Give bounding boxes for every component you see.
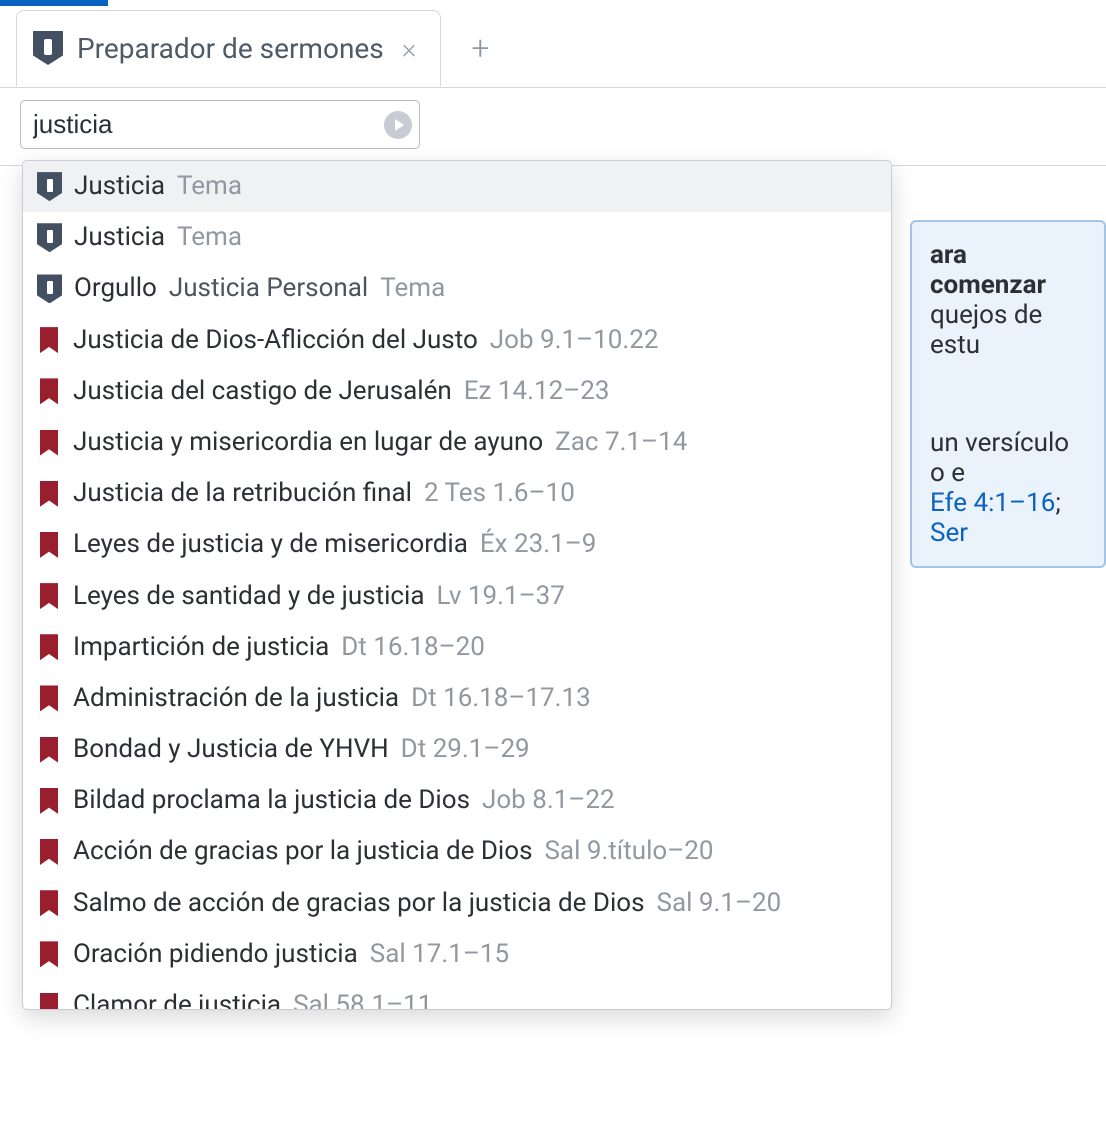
result-title: Bildad proclama la justicia de Dios <box>73 785 470 816</box>
result-subtitle: Sal 58.1–11 <box>293 990 432 1009</box>
bookmark-icon <box>40 532 58 558</box>
result-title: Justicia del castigo de Jerusalén <box>73 376 452 407</box>
result-title: Bondad y Justicia de YHVH <box>73 734 389 765</box>
bookmark-icon <box>40 327 58 353</box>
hint-panel: ara comenzar quejos de estu un versículo… <box>910 220 1106 568</box>
result-subtitle: Tema <box>380 273 445 304</box>
result-title: Leyes de justicia y de misericordia <box>73 529 468 560</box>
bookmark-icon <box>40 378 58 404</box>
result-title: Administración de la justicia <box>73 683 399 714</box>
bookmark-icon <box>40 583 58 609</box>
result-subtitle: Job 8.1–22 <box>482 785 615 816</box>
hint-text-1: quejos de estu <box>930 300 1086 360</box>
result-title: Justicia de la retribución final <box>73 478 412 509</box>
result-title: Justicia <box>74 222 165 253</box>
result-row[interactable]: Salmo de acción de gracias por la justic… <box>23 878 891 929</box>
result-row[interactable]: Leyes de santidad y de justicia Lv 19.1–3… <box>23 571 891 622</box>
result-row[interactable]: Bondad y Justicia de YHVH Dt 29.1–29 <box>23 724 891 775</box>
bookmark-icon <box>40 685 58 711</box>
result-title: Oración pidiendo justicia <box>73 939 358 970</box>
result-subtitle: Ez 14.12–23 <box>464 376 610 407</box>
result-row[interactable]: Administración de la justicia Dt 16.18–17… <box>23 673 891 724</box>
result-row[interactable]: Justicia y misericordia en lugar de ayun… <box>23 417 891 468</box>
result-extra: Justicia Personal <box>169 273 368 304</box>
tab-title: Preparador de sermones <box>77 32 384 65</box>
result-subtitle: Zac 7.1–14 <box>555 427 687 458</box>
bookmark-icon <box>40 430 58 456</box>
add-tab-button[interactable]: + <box>471 29 489 67</box>
result-subtitle: Tema <box>177 171 242 202</box>
shield-icon <box>37 274 62 303</box>
toolbar <box>0 88 1106 166</box>
bookmark-icon <box>40 941 58 967</box>
tab-bar: Preparador de sermones × + <box>0 0 1106 88</box>
result-row[interactable]: Oración pidiendo justicia Sal 17.1–15 <box>23 929 891 980</box>
shield-icon <box>33 31 63 65</box>
active-indicator <box>0 0 108 6</box>
dropdown-scroll[interactable]: Justicia Tema Justicia Tema Orgullo Justicia … <box>23 161 891 1009</box>
bookmark-icon <box>40 481 58 507</box>
result-subtitle: Dt 29.1–29 <box>401 734 530 765</box>
shield-icon <box>37 223 62 252</box>
bookmark-icon <box>40 788 58 814</box>
result-title: Justicia y misericordia en lugar de ayun… <box>73 427 543 458</box>
bookmark-icon <box>40 634 58 660</box>
result-row[interactable]: Justicia de la retribución final 2 Tes 1.… <box>23 468 891 519</box>
result-subtitle: Sal 9.título–20 <box>544 836 713 867</box>
result-title: Clamor de justicia <box>73 990 281 1009</box>
result-title: Justicia de Dios-Aflicción del Justo <box>73 325 478 356</box>
result-row[interactable]: Bildad proclama la justicia de Dios Job 8… <box>23 775 891 826</box>
bookmark-icon <box>40 890 58 916</box>
bookmark-icon <box>40 839 58 865</box>
result-title: Acción de gracias por la justicia de Dio… <box>73 836 532 867</box>
bookmark-icon <box>40 993 58 1009</box>
result-subtitle: Tema <box>177 222 242 253</box>
result-title: Orgullo <box>74 273 157 304</box>
search-dropdown: Justicia Tema Justicia Tema Orgullo Justicia … <box>22 160 892 1010</box>
hint-heading: ara comenzar <box>930 240 1086 300</box>
result-row[interactable]: Orgullo Justicia Personal Tema <box>23 263 891 314</box>
search-wrap <box>20 100 420 149</box>
result-title: Leyes de santidad y de justicia <box>73 581 425 612</box>
close-icon[interactable]: × <box>398 32 421 65</box>
result-title: Salmo de acción de gracias por la justic… <box>73 888 645 919</box>
result-subtitle: Sal 17.1–15 <box>370 939 509 970</box>
result-subtitle: Éx 23.1–9 <box>480 529 597 560</box>
tab-sermon-preparer[interactable]: Preparador de sermones × <box>16 10 441 86</box>
result-subtitle: Dt 16.18–20 <box>341 632 485 663</box>
result-subtitle: Dt 16.18–17.13 <box>411 683 591 714</box>
result-row[interactable]: Justicia Tema <box>23 212 891 263</box>
bookmark-icon <box>40 737 58 763</box>
result-row[interactable]: Justicia de Dios-Aflicción del Justo Job … <box>23 315 891 366</box>
hint-link-2[interactable]: Ser <box>930 518 968 548</box>
hint-links: Efe 4:1–16; Ser <box>930 488 1086 548</box>
result-row[interactable]: Justicia Tema <box>23 161 891 212</box>
hint-link-1[interactable]: Efe 4:1–16 <box>930 488 1055 518</box>
go-arrow-icon[interactable] <box>384 111 412 139</box>
result-row[interactable]: Acción de gracias por la justicia de Dio… <box>23 826 891 877</box>
result-title: Justicia <box>74 171 165 202</box>
result-row[interactable]: Impartición de justicia Dt 16.18–20 <box>23 622 891 673</box>
result-subtitle: Lv 19.1–37 <box>437 581 565 612</box>
result-row[interactable]: Leyes de justicia y de misericordia Éx 23… <box>23 519 891 570</box>
shield-icon <box>37 172 62 201</box>
result-row[interactable]: Justicia del castigo de Jerusalén Ez 14.1… <box>23 366 891 417</box>
hint-text-2: un versículo o e <box>930 428 1086 488</box>
search-input[interactable] <box>20 100 420 149</box>
result-subtitle: 2 Tes 1.6–10 <box>424 478 575 509</box>
result-subtitle: Job 9.1–10.22 <box>490 325 659 356</box>
result-row[interactable]: Clamor de justicia Sal 58.1–11 <box>23 980 891 1009</box>
result-title: Impartición de justicia <box>73 632 329 663</box>
result-subtitle: Sal 9.1–20 <box>657 888 782 919</box>
